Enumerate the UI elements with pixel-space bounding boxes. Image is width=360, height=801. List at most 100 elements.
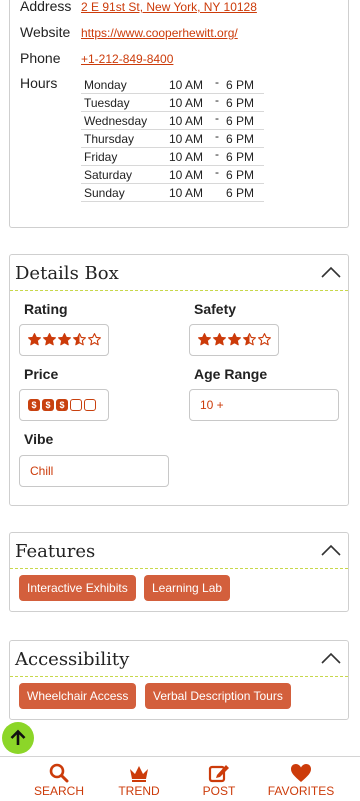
hours-open: 10 AM: [169, 114, 204, 128]
accessibility-title: Accessibility: [15, 649, 130, 670]
accessibility-chip[interactable]: Verbal Description Tours: [145, 683, 291, 709]
search-icon: [49, 763, 69, 783]
hours-dash: -: [215, 75, 219, 89]
nav-favorites-label: FAVORITES: [267, 784, 335, 798]
info-card: Address 2 E 91st St, New York, NY 10128 …: [9, 0, 349, 228]
hours-open: 10 AM: [169, 132, 204, 146]
age-range-value: 10 +: [200, 398, 224, 412]
hours-day: Monday: [84, 78, 127, 92]
vibe-label: Vibe: [24, 431, 54, 447]
phone-link[interactable]: +1-212-849-8400: [81, 52, 173, 66]
details-header[interactable]: Details Box: [10, 255, 348, 291]
phone-label: Phone: [20, 50, 61, 66]
nav-post-label: POST: [202, 784, 236, 798]
star-full-icon: [43, 333, 56, 346]
scroll-content[interactable]: Address 2 E 91st St, New York, NY 10128 …: [0, 0, 360, 756]
star-empty-icon: [258, 333, 271, 346]
features-header[interactable]: Features: [10, 533, 348, 569]
features-title: Features: [15, 541, 96, 562]
hours-close: 6 PM: [226, 168, 255, 182]
hours-dash: -: [215, 129, 219, 143]
hours-close: 6 PM: [226, 186, 255, 200]
nav-trend-label: TREND: [118, 784, 160, 798]
rating-field: [19, 324, 109, 356]
nav-post[interactable]: POST: [184, 757, 254, 801]
hours-open: 10 AM: [169, 150, 204, 164]
feature-chip[interactable]: Interactive Exhibits: [19, 575, 136, 601]
hours-day: Wednesday: [84, 114, 148, 128]
hours-close: 6 PM: [226, 78, 255, 92]
details-section: Details Box Rating Safety Price $ $ $ Age …: [9, 254, 349, 506]
star-half-icon: [73, 333, 86, 346]
rating-label: Rating: [24, 301, 68, 317]
hours-day: Saturday: [84, 168, 133, 182]
safety-field: [189, 324, 279, 356]
hours-open: 10 AM: [169, 78, 204, 92]
star-full-icon: [228, 333, 241, 346]
hours-open: 10 AM: [169, 186, 204, 200]
age-range-field[interactable]: 10 +: [189, 389, 339, 421]
hours-row-saturday: Saturday 10 AM - 6 PM: [81, 165, 264, 184]
price-dollar-icon: $: [56, 399, 68, 411]
accessibility-section: Accessibility Wheelchair Access Verbal D…: [9, 640, 349, 720]
hours-close: 6 PM: [226, 96, 255, 110]
price-empty-icon: [70, 399, 82, 411]
nav-trend[interactable]: TREND: [104, 757, 174, 801]
address-link[interactable]: 2 E 91st St, New York, NY 10128: [81, 0, 257, 14]
hours-row-monday: Monday 10 AM - 6 PM: [81, 75, 264, 94]
hours-close: 6 PM: [226, 132, 255, 146]
details-title: Details Box: [15, 263, 119, 284]
hours-row-tuesday: Tuesday 10 AM - 6 PM: [81, 93, 264, 112]
hours-label: Hours: [20, 75, 58, 91]
safety-stars: [198, 333, 271, 347]
hours-open: 10 AM: [169, 168, 204, 182]
nav-search[interactable]: SEARCH: [24, 757, 94, 801]
star-full-icon: [198, 333, 211, 346]
hours-row-wednesday: Wednesday 10 AM - 6 PM: [81, 111, 264, 130]
website-label: Website: [20, 24, 71, 40]
safety-label: Safety: [194, 301, 237, 317]
chevron-up-icon[interactable]: [321, 266, 341, 278]
price-level: $ $ $: [28, 399, 96, 411]
star-full-icon: [28, 333, 41, 346]
rating-stars: [28, 333, 101, 347]
price-dollar-icon: $: [42, 399, 54, 411]
bottom-nav: SEARCH TREND POST FAVORITES: [0, 756, 360, 800]
nav-search-label: SEARCH: [33, 784, 84, 798]
hours-table: Monday 10 AM - 6 PM Tuesday 10 AM - 6 PM…: [81, 75, 264, 202]
price-field: $ $ $: [19, 389, 109, 421]
price-empty-icon: [84, 399, 96, 411]
chevron-up-icon[interactable]: [321, 544, 341, 556]
star-empty-icon: [88, 333, 101, 346]
hours-open: 10 AM: [169, 96, 204, 110]
accessibility-chip[interactable]: Wheelchair Access: [19, 683, 137, 709]
hours-dash: -: [215, 93, 219, 107]
hours-dash: -: [215, 165, 219, 179]
price-dollar-icon: $: [28, 399, 40, 411]
arrow-up-icon: [10, 729, 26, 745]
hours-dash: -: [215, 147, 219, 161]
hours-day: Tuesday: [84, 96, 130, 110]
website-link[interactable]: https://www.cooperhewitt.org/: [81, 26, 238, 40]
hours-row-thursday: Thursday 10 AM - 6 PM: [81, 129, 264, 148]
address-label: Address: [20, 0, 72, 14]
star-full-icon: [213, 333, 226, 346]
star-full-icon: [58, 333, 71, 346]
vibe-value: Chill: [30, 464, 54, 478]
feature-chip[interactable]: Learning Lab: [144, 575, 231, 601]
hours-day: Sunday: [84, 186, 125, 200]
crown-icon: [130, 766, 148, 782]
age-range-label: Age Range: [194, 366, 268, 382]
hours-row-friday: Friday 10 AM - 6 PM: [81, 147, 264, 166]
heart-icon: [291, 764, 311, 782]
nav-favorites[interactable]: FAVORITES: [266, 757, 336, 801]
edit-icon: [208, 765, 229, 783]
star-half-icon: [243, 333, 256, 346]
chevron-up-icon[interactable]: [321, 652, 341, 664]
accessibility-header[interactable]: Accessibility: [10, 641, 348, 677]
back-to-top-button[interactable]: [2, 722, 34, 754]
hours-day: Thursday: [84, 132, 135, 146]
hours-day: Friday: [84, 150, 118, 164]
vibe-field[interactable]: Chill: [19, 455, 169, 487]
hours-close: 6 PM: [226, 150, 255, 164]
